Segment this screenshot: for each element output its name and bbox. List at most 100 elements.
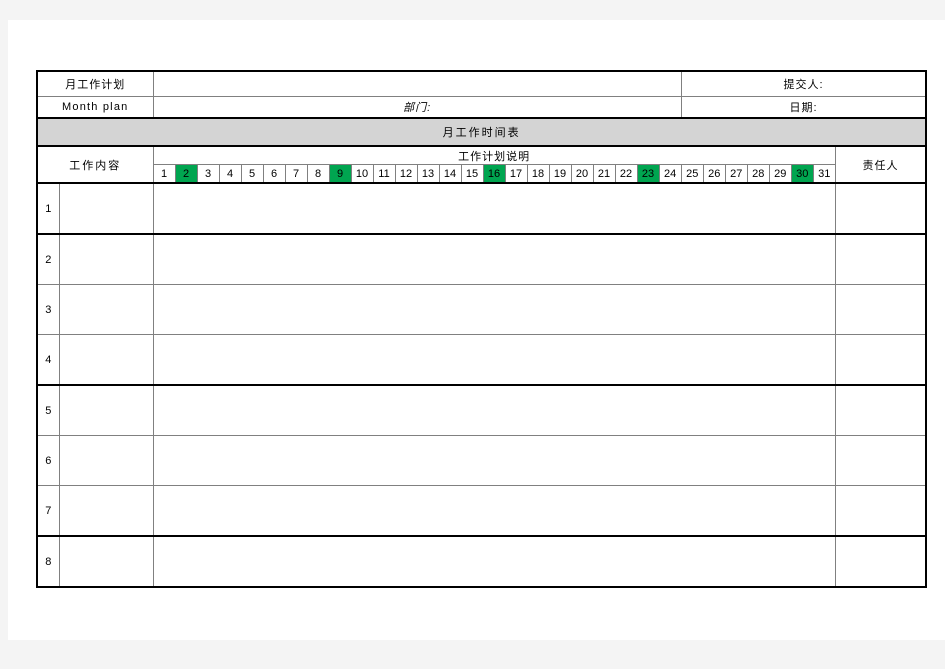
day-header-12[interactable]: 12 — [394, 164, 418, 184]
responsible-person-cell[interactable] — [834, 435, 928, 486]
gantt-cell[interactable] — [175, 182, 197, 235]
gantt-cell[interactable] — [813, 535, 836, 588]
gantt-cell[interactable] — [285, 284, 307, 335]
gantt-cell[interactable] — [615, 485, 637, 537]
gantt-cell[interactable] — [681, 384, 704, 436]
gantt-cell[interactable] — [659, 435, 682, 486]
day-header-5[interactable]: 5 — [240, 164, 264, 184]
day-header-26[interactable]: 26 — [702, 164, 726, 184]
gantt-cell[interactable] — [637, 384, 659, 436]
gantt-cell[interactable] — [549, 485, 571, 537]
gantt-cell[interactable] — [703, 284, 726, 335]
gantt-cell[interactable] — [527, 485, 549, 537]
day-header-17[interactable]: 17 — [504, 164, 528, 184]
gantt-cell[interactable] — [725, 284, 748, 335]
gantt-cell[interactable] — [373, 535, 395, 588]
day-header-1[interactable]: 1 — [152, 164, 176, 184]
doc-title-value-field[interactable] — [152, 70, 682, 97]
gantt-cell[interactable] — [747, 233, 770, 285]
gantt-cell[interactable] — [791, 535, 814, 588]
gantt-cell[interactable] — [725, 334, 748, 386]
gantt-cell[interactable] — [747, 182, 770, 235]
gantt-cell[interactable] — [417, 535, 439, 588]
gantt-cell[interactable] — [307, 384, 329, 436]
gantt-cell[interactable] — [703, 384, 726, 436]
gantt-cell[interactable] — [505, 535, 527, 588]
gantt-cell[interactable] — [637, 535, 659, 588]
gantt-cell[interactable] — [725, 384, 748, 436]
gantt-cell[interactable] — [681, 535, 704, 588]
gantt-cell[interactable] — [747, 535, 770, 588]
gantt-cell[interactable] — [505, 233, 527, 285]
gantt-cell[interactable] — [527, 384, 549, 436]
gantt-cell[interactable] — [152, 384, 175, 436]
gantt-cell[interactable] — [637, 435, 659, 486]
gantt-cell[interactable] — [549, 284, 571, 335]
gantt-cell[interactable] — [769, 535, 792, 588]
gantt-cell[interactable] — [219, 384, 241, 436]
gantt-cell[interactable] — [241, 535, 263, 588]
day-header-19[interactable]: 19 — [548, 164, 572, 184]
gantt-cell[interactable] — [152, 182, 175, 235]
gantt-cell[interactable] — [659, 233, 682, 285]
gantt-cell[interactable] — [813, 284, 836, 335]
gantt-cell[interactable] — [263, 535, 285, 588]
gantt-cell[interactable] — [505, 284, 527, 335]
day-header-23[interactable]: 23 — [636, 164, 660, 184]
gantt-cell[interactable] — [725, 233, 748, 285]
gantt-cell[interactable] — [483, 284, 505, 335]
gantt-cell[interactable] — [593, 182, 615, 235]
day-header-20[interactable]: 20 — [570, 164, 594, 184]
gantt-cell[interactable] — [725, 535, 748, 588]
gantt-cell[interactable] — [395, 384, 417, 436]
gantt-cell[interactable] — [703, 535, 726, 588]
gantt-cell[interactable] — [681, 182, 704, 235]
gantt-cell[interactable] — [329, 485, 351, 537]
gantt-cell[interactable] — [527, 233, 549, 285]
day-header-25[interactable]: 25 — [680, 164, 704, 184]
gantt-cell[interactable] — [175, 384, 197, 436]
gantt-cell[interactable] — [681, 233, 704, 285]
gantt-cell[interactable] — [219, 182, 241, 235]
gantt-cell[interactable] — [571, 334, 593, 386]
gantt-cell[interactable] — [307, 485, 329, 537]
day-header-14[interactable]: 14 — [438, 164, 462, 184]
gantt-cell[interactable] — [461, 485, 483, 537]
gantt-cell[interactable] — [285, 384, 307, 436]
gantt-cell[interactable] — [527, 182, 549, 235]
gantt-cell[interactable] — [285, 182, 307, 235]
gantt-cell[interactable] — [505, 485, 527, 537]
gantt-cell[interactable] — [219, 233, 241, 285]
day-header-9[interactable]: 9 — [328, 164, 352, 184]
gantt-cell[interactable] — [439, 485, 461, 537]
responsible-person-cell[interactable] — [834, 233, 928, 285]
gantt-cell[interactable] — [263, 384, 285, 436]
gantt-cell[interactable] — [395, 334, 417, 386]
day-header-8[interactable]: 8 — [306, 164, 330, 184]
gantt-cell[interactable] — [241, 233, 263, 285]
gantt-cell[interactable] — [351, 485, 373, 537]
gantt-cell[interactable] — [152, 284, 175, 335]
day-header-15[interactable]: 15 — [460, 164, 484, 184]
gantt-cell[interactable] — [395, 182, 417, 235]
gantt-cell[interactable] — [571, 384, 593, 436]
day-header-10[interactable]: 10 — [350, 164, 374, 184]
gantt-cell[interactable] — [351, 233, 373, 285]
gantt-cell[interactable] — [505, 182, 527, 235]
gantt-cell[interactable] — [571, 182, 593, 235]
gantt-cell[interactable] — [637, 233, 659, 285]
gantt-cell[interactable] — [747, 284, 770, 335]
day-header-16[interactable]: 16 — [482, 164, 506, 184]
gantt-cell[interactable] — [439, 334, 461, 386]
responsible-person-cell[interactable] — [834, 334, 928, 386]
responsible-person-cell[interactable] — [834, 535, 928, 588]
gantt-cell[interactable] — [241, 435, 263, 486]
gantt-cell[interactable] — [417, 182, 439, 235]
gantt-cell[interactable] — [615, 535, 637, 588]
responsible-person-cell[interactable] — [834, 284, 928, 335]
gantt-cell[interactable] — [395, 233, 417, 285]
gantt-cell[interactable] — [263, 233, 285, 285]
day-header-18[interactable]: 18 — [526, 164, 550, 184]
gantt-cell[interactable] — [791, 182, 814, 235]
gantt-cell[interactable] — [461, 334, 483, 386]
